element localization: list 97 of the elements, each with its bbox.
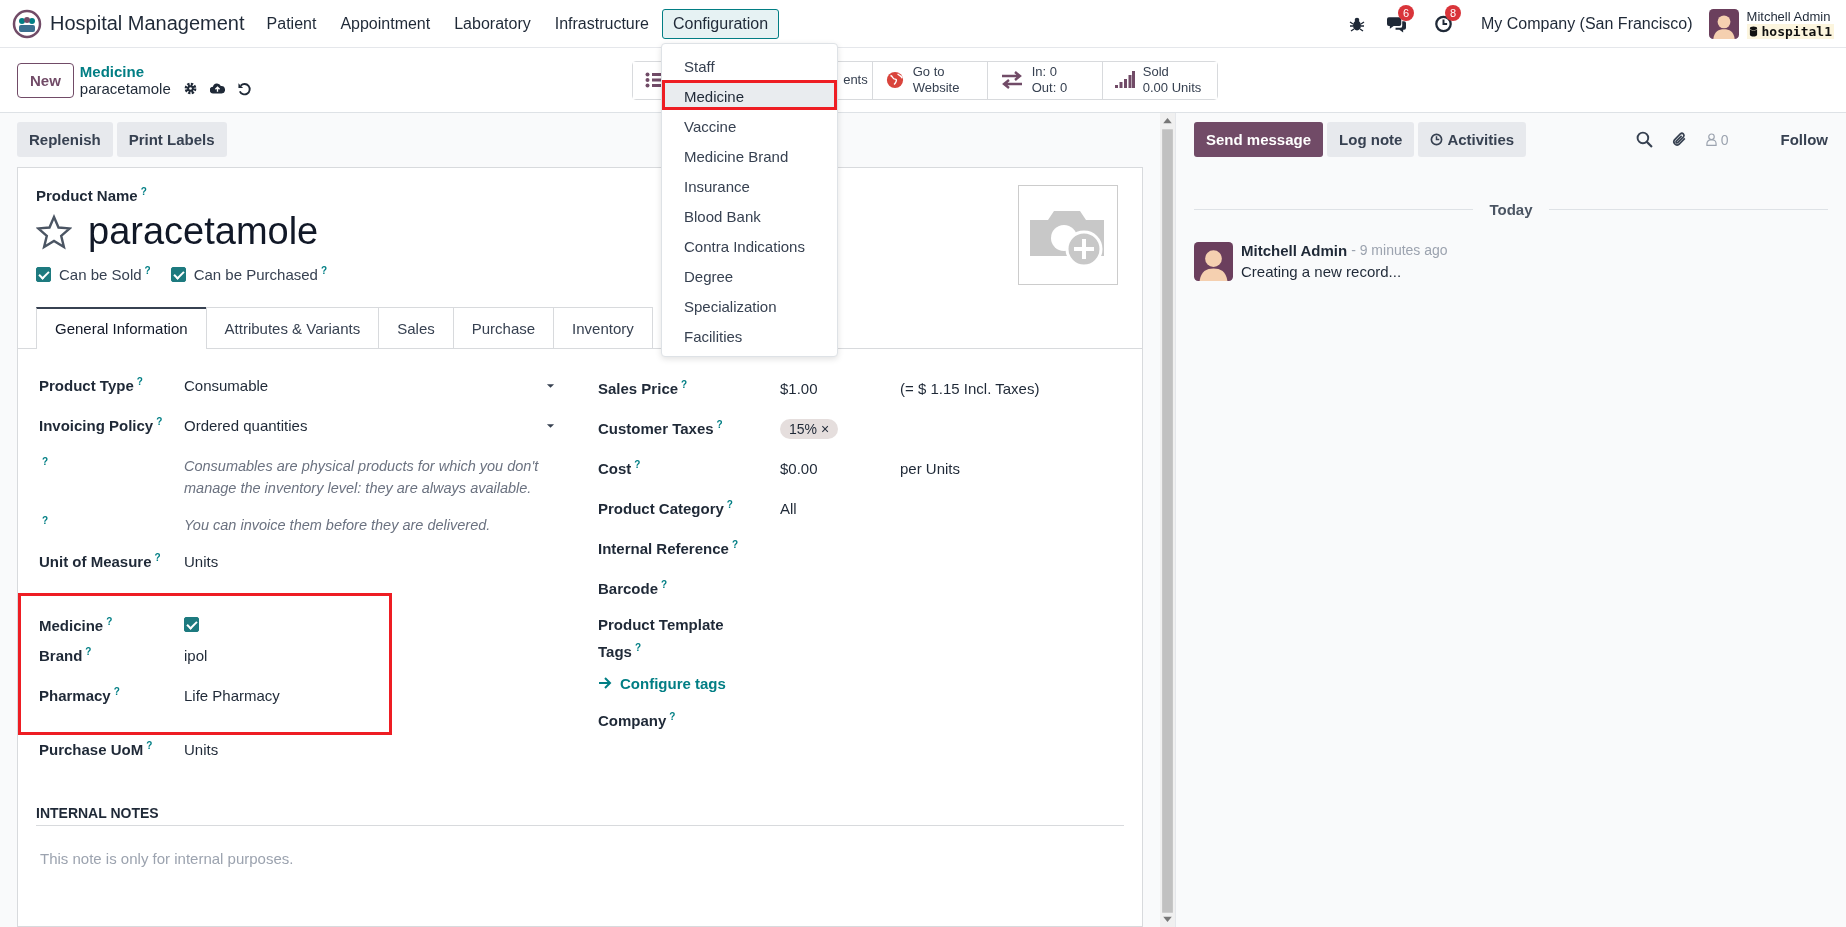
- dropdown-item[interactable]: Staff: [662, 50, 837, 80]
- checkbox[interactable]: [36, 266, 51, 282]
- record-name: paracetamole: [79, 80, 171, 97]
- author-avatar-icon: [1194, 242, 1233, 281]
- help-text: Consumables are physical products for which you don't manage the inventory level: they are always available.: [184, 457, 540, 498]
- transfer-arrows-icon: [999, 71, 1024, 89]
- dropdown-item[interactable]: Medicine: [662, 80, 837, 110]
- caret-icon: [546, 422, 555, 429]
- field-label: Barcode $^{?}$: [598, 578, 668, 599]
- tab[interactable]: General Information: [36, 307, 207, 349]
- action-button[interactable]: Replenish: [17, 122, 113, 157]
- field-label: Purchase UoM $^{?}$: [39, 741, 153, 758]
- globe-icon: [884, 71, 905, 89]
- field-label: Cost $^{?}$: [598, 458, 641, 479]
- help-mark: ?: [42, 456, 49, 467]
- chatter-button[interactable]: Activities: [1418, 122, 1527, 157]
- user-name[interactable]: Mitchell Admin: [1746, 8, 1834, 24]
- field-value[interactable]: $0.00: [780, 460, 900, 477]
- settings-icon[interactable]: [182, 81, 198, 96]
- dropdown-item[interactable]: Contra Indications: [662, 230, 837, 260]
- section-heading: INTERNAL NOTES: [36, 805, 1124, 826]
- field-label: Brand $^{?}$: [39, 647, 92, 664]
- field-label: Internal Reference $^{?}$: [598, 538, 738, 559]
- date-separator: Today: [1489, 201, 1533, 218]
- breadcrumb-link[interactable]: Medicine: [79, 63, 252, 80]
- field-label: Unit of Measure $^{?}$: [39, 553, 161, 570]
- menu-item[interactable]: Laboratory: [443, 8, 542, 39]
- menu-item[interactable]: Configuration: [662, 8, 780, 39]
- user-avatar-icon[interactable]: [1708, 8, 1739, 39]
- paperclip-icon[interactable]: [1670, 131, 1688, 148]
- field-value[interactable]: ipol: [184, 647, 208, 664]
- menu-item[interactable]: Infrastructure: [543, 8, 660, 39]
- message-time: - 9 minutes ago: [1351, 242, 1448, 259]
- database-icon: [1748, 25, 1758, 37]
- menu-item[interactable]: Appointment: [329, 8, 442, 39]
- field-label: Pharmacy $^{?}$: [39, 687, 120, 704]
- help-mark: ?: [42, 515, 49, 526]
- chatter-button[interactable]: Log note: [1327, 122, 1415, 157]
- bar-chart-icon: [1114, 71, 1135, 89]
- dropdown-item[interactable]: Medicine Brand: [662, 140, 837, 170]
- arrow-right-icon: [598, 677, 612, 689]
- bug-icon[interactable]: [1348, 15, 1365, 32]
- field-label: Customer Taxes $^{?}$: [598, 418, 723, 439]
- field-value[interactable]: Units: [184, 741, 219, 758]
- product-name-field[interactable]: paracetamole: [88, 210, 319, 253]
- field-label: Medicine $^{?}$: [39, 617, 113, 634]
- search-icon[interactable]: [1635, 131, 1653, 148]
- message-count-badge: 6: [1397, 4, 1415, 21]
- select-field[interactable]: Consumable: [184, 377, 555, 394]
- dropdown-item[interactable]: Facilities: [662, 320, 837, 350]
- field-value[interactable]: Units: [184, 553, 219, 570]
- field-label: Company $^{?}$: [598, 710, 676, 731]
- field-value[interactable]: $1.00: [780, 380, 900, 397]
- database-name: hospital1: [1761, 23, 1832, 39]
- dropdown-item[interactable]: Degree: [662, 260, 837, 290]
- field-value[interactable]: All: [780, 500, 900, 517]
- field-hint: (= $ 1.15 Incl. Taxes): [900, 380, 1040, 397]
- help-text: You can invoice them before they are delivered.: [184, 516, 491, 535]
- field-value[interactable]: Life Pharmacy: [184, 687, 280, 704]
- chatter-button[interactable]: Send message: [1194, 122, 1324, 157]
- field-label: Product Category $^{?}$: [598, 498, 733, 519]
- dropdown-item[interactable]: Specialization: [662, 290, 837, 320]
- message-author[interactable]: Mitchell Admin: [1241, 242, 1348, 259]
- company-switcher[interactable]: My Company (San Francisco): [1480, 14, 1693, 33]
- stat-button[interactable]: Sold 0.00 Units: [1101, 61, 1217, 99]
- select-field[interactable]: Ordered quantities: [184, 417, 555, 434]
- scrollbar[interactable]: [1160, 113, 1175, 927]
- menu-item[interactable]: Patient: [255, 8, 328, 39]
- checkbox-label: Can be Sold $^{?}$: [59, 265, 151, 283]
- field-label: Sales Price $^{?}$: [598, 378, 688, 399]
- field-label: Invoicing Policy $^{?}$: [39, 417, 163, 434]
- dropdown-item[interactable]: Blood Bank: [662, 200, 837, 230]
- field-label: Product Type $^{?}$: [39, 377, 143, 394]
- caret-icon: [546, 382, 555, 389]
- follow-button[interactable]: Follow: [1780, 131, 1828, 148]
- new-button[interactable]: New: [17, 62, 74, 98]
- tax-tag[interactable]: 15% ×: [780, 419, 839, 439]
- favorite-star-icon[interactable]: [36, 213, 72, 250]
- dropdown-item[interactable]: Insurance: [662, 170, 837, 200]
- undo-icon[interactable]: [236, 81, 252, 96]
- action-button[interactable]: Print Labels: [116, 122, 227, 157]
- dropdown-item[interactable]: Vaccine: [662, 110, 837, 140]
- message-text: Creating a new record...: [1241, 263, 1403, 280]
- checkbox[interactable]: [170, 266, 186, 282]
- checkbox[interactable]: [184, 616, 199, 632]
- field-hint: per Units: [900, 460, 961, 477]
- field-label: Product Name $^{?}$: [36, 187, 147, 204]
- field-label: Product Template Tags $^{?}$: [598, 615, 725, 662]
- checkbox-label: Can be Purchased $^{?}$: [193, 265, 328, 283]
- cloud-upload-icon[interactable]: [209, 81, 225, 96]
- person-icon: [1705, 133, 1717, 146]
- tab[interactable]: Inventory: [553, 307, 653, 348]
- app-logo-icon[interactable]: [12, 8, 42, 39]
- app-name[interactable]: Hospital Management: [50, 12, 245, 35]
- clock-icon: [1430, 133, 1444, 146]
- configure-tags-link[interactable]: Configure tags: [598, 674, 726, 692]
- activity-count-badge: 8: [1444, 4, 1462, 21]
